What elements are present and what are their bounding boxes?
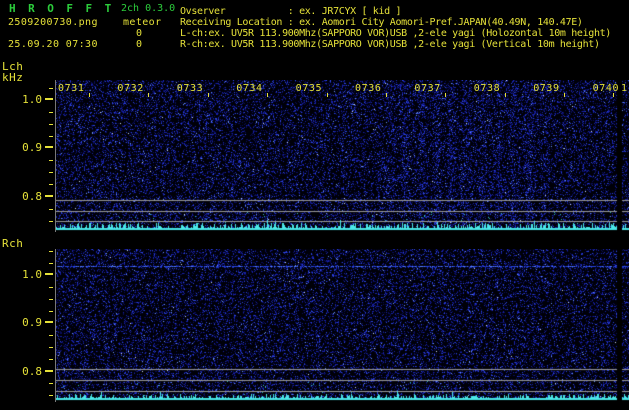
rch-major-tick bbox=[45, 370, 53, 372]
rch-minor-tick bbox=[49, 359, 53, 360]
rch-receiver-info-line: R-ch:ex. UV5R 113.900Mhz(SAPPORO VOR)USB… bbox=[180, 39, 600, 50]
lch-y-axis-line bbox=[55, 80, 56, 232]
minute-tick bbox=[267, 93, 269, 97]
location-info-line: Receiving Location : ex. Aomori City Aom… bbox=[180, 17, 583, 28]
lch-minor-tick bbox=[49, 124, 53, 125]
lch-minor-tick bbox=[49, 184, 53, 185]
rch-minor-tick bbox=[49, 299, 53, 300]
lch-minor-tick bbox=[49, 160, 53, 161]
time-label-partial-next-minute: 1 bbox=[621, 83, 628, 94]
minute-tick bbox=[613, 93, 614, 97]
mode-label: meteor bbox=[123, 17, 162, 28]
lch-major-tick bbox=[45, 195, 53, 197]
minute-tick bbox=[564, 93, 566, 97]
time-label: 0737 bbox=[414, 83, 441, 94]
time-label: 0735 bbox=[295, 83, 323, 94]
rch-y-axis-line bbox=[55, 249, 56, 402]
minute-tick bbox=[89, 93, 90, 97]
minute-tick bbox=[386, 93, 387, 97]
rch-spectrogram-canvas bbox=[56, 249, 629, 402]
lch-minor-tick bbox=[49, 88, 53, 89]
time-label: 0738 bbox=[473, 83, 501, 94]
lch-minor-tick bbox=[49, 221, 53, 222]
minute-tick bbox=[445, 93, 447, 97]
datetime-label: 25.09.20 07:30 bbox=[8, 39, 98, 50]
minute-tick bbox=[326, 93, 328, 97]
minute-tick bbox=[207, 93, 209, 97]
app-title: HROFFT bbox=[9, 2, 124, 15]
lch-minor-tick bbox=[49, 112, 53, 113]
time-label: 0733 bbox=[176, 83, 204, 94]
khz-axis-label: kHz bbox=[2, 71, 24, 84]
output-filename: 2509200730.png bbox=[8, 17, 98, 28]
time-label: 0740 bbox=[592, 83, 620, 94]
time-label: 0731 bbox=[58, 83, 85, 94]
rch-panel-label: Rch bbox=[2, 237, 24, 250]
rch-minor-tick bbox=[49, 347, 53, 348]
echo-count-rch: 0 bbox=[136, 39, 143, 50]
rch-minor-tick bbox=[49, 287, 53, 288]
rch-freq-label: 0.9 bbox=[22, 316, 42, 329]
rch-minor-tick bbox=[49, 311, 53, 312]
rch-minor-tick bbox=[49, 395, 53, 396]
app-version: 2ch 0.3.0 bbox=[121, 3, 176, 14]
time-label: 0736 bbox=[355, 83, 382, 94]
lch-minor-tick bbox=[49, 209, 53, 210]
rch-freq-label: 0.8 bbox=[22, 365, 42, 378]
lch-freq-label: 0.9 bbox=[22, 141, 42, 154]
time-label: 0732 bbox=[117, 83, 144, 94]
minute-tick bbox=[148, 93, 150, 97]
lch-spectrogram-canvas bbox=[56, 80, 629, 232]
rch-minor-tick bbox=[49, 251, 53, 252]
rch-minor-tick bbox=[49, 383, 53, 384]
minute-tick bbox=[504, 93, 506, 97]
lch-receiver-info-line: L-ch:ex. UV5R 113.900Mhz(SAPPORO VOR)USB… bbox=[180, 28, 611, 39]
echo-count-lch: 0 bbox=[136, 28, 143, 39]
rch-major-tick bbox=[45, 321, 53, 323]
lch-major-tick bbox=[45, 146, 53, 148]
time-label: 0734 bbox=[236, 83, 263, 94]
rch-minor-tick bbox=[49, 263, 53, 264]
time-label: 0739 bbox=[533, 83, 560, 94]
observer-info-line: Ovserver : ex. JR7CYX [ kid ] bbox=[180, 6, 402, 17]
hrofft-output-image: HROFFT 2ch 0.3.0 2509200730.png meteor 0… bbox=[0, 0, 629, 410]
lch-freq-label: 1.0 bbox=[22, 93, 42, 106]
lch-freq-label: 0.8 bbox=[22, 190, 42, 203]
lch-minor-tick bbox=[49, 172, 53, 173]
lch-minor-tick bbox=[49, 136, 53, 137]
rch-major-tick bbox=[45, 273, 53, 275]
rch-freq-label: 1.0 bbox=[22, 268, 42, 281]
rch-minor-tick bbox=[49, 335, 53, 336]
lch-major-tick bbox=[45, 98, 53, 100]
